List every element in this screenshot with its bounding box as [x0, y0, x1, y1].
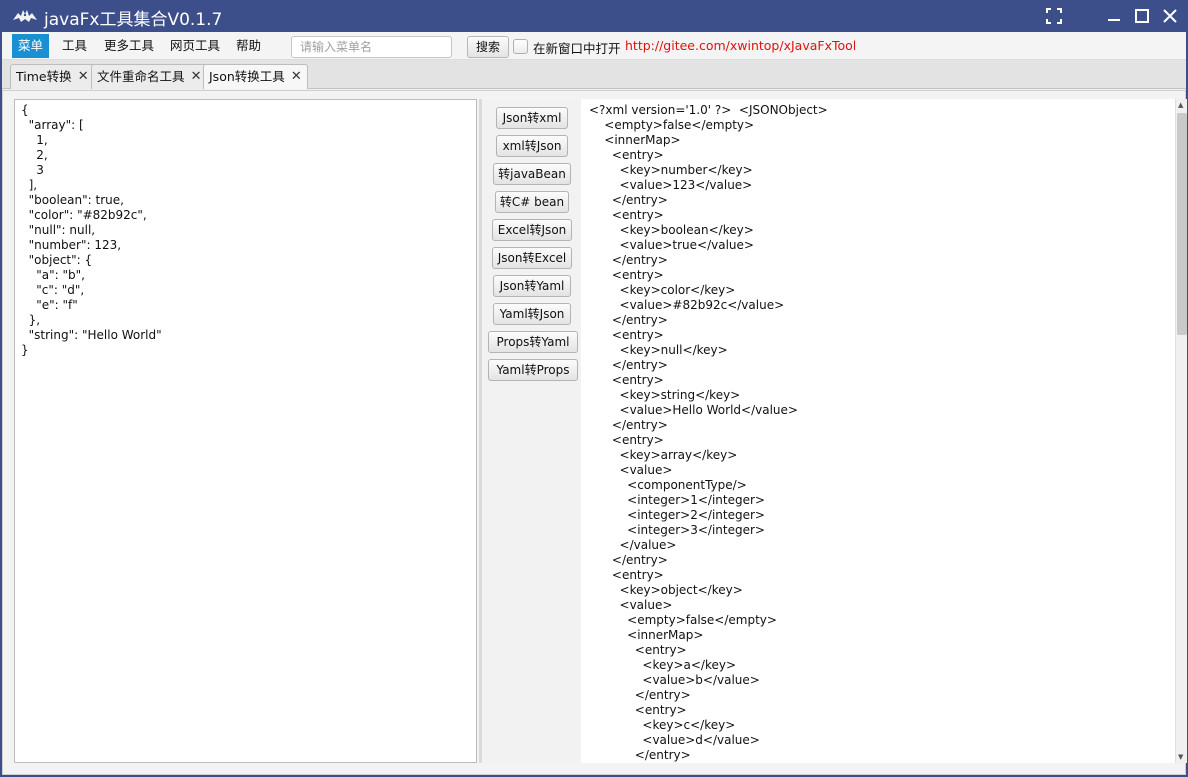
menu-tools[interactable]: 工具: [56, 34, 93, 58]
json-to-excel-button[interactable]: Json转Excel: [492, 247, 572, 269]
app-title: javaFx工具集合V0.1.7: [44, 10, 223, 30]
tab-file-rename[interactable]: 文件重命名工具 ✕: [91, 64, 208, 89]
menu-help[interactable]: 帮助: [230, 34, 267, 58]
excel-to-json-button[interactable]: Excel转Json: [492, 219, 572, 241]
convert-button-column: Json转xml xml转Json 转javaBean 转C# bean Exc…: [483, 99, 580, 763]
menu-web-tools[interactable]: 网页工具: [164, 34, 226, 58]
bat-logo-icon: [13, 10, 37, 22]
tab-json-convert[interactable]: Json转换工具 ✕: [203, 64, 308, 89]
scroll-thumb[interactable]: [1177, 113, 1187, 335]
json-to-yaml-button[interactable]: Json转Yaml: [493, 275, 571, 297]
tab-time-convert[interactable]: Time转换 ✕: [10, 64, 95, 89]
menu-more-tools[interactable]: 更多工具: [98, 34, 160, 58]
close-icon[interactable]: [1160, 6, 1180, 26]
tab-label: Time转换: [16, 69, 72, 84]
xml-output-area[interactable]: <?xml version='1.0' ?> <JSONObject> <emp…: [581, 99, 1175, 763]
yaml-to-json-button[interactable]: Yaml转Json: [493, 303, 571, 325]
new-window-label: 在新窗口中打开: [533, 41, 621, 56]
props-to-yaml-button[interactable]: Props转Yaml: [488, 331, 578, 353]
minimize-icon[interactable]: [1104, 6, 1124, 26]
xml-output-text[interactable]: <?xml version='1.0' ?> <JSONObject> <emp…: [589, 103, 828, 763]
tab-close-icon[interactable]: ✕: [78, 65, 89, 88]
title-bar: javaFx工具集合V0.1.7: [0, 0, 1188, 32]
json-input-area[interactable]: { "array": [ 1, 2, 3 ], "boolean": true,…: [14, 99, 477, 763]
json-tool-panel: { "array": [ 1, 2, 3 ], "boolean": true,…: [2, 90, 1187, 775]
menu-bar: 菜单 工具 更多工具 网页工具 帮助 搜索 在新窗口中打开 http://git…: [2, 32, 1186, 60]
to-csharp-bean-button[interactable]: 转C# bean: [495, 191, 569, 213]
repo-link[interactable]: http://gitee.com/xwintop/xJavaFxTool: [625, 38, 856, 53]
menu-search-input[interactable]: [291, 36, 452, 58]
xml-to-json-button[interactable]: xml转Json: [496, 135, 568, 157]
maximize-icon[interactable]: [1132, 6, 1152, 26]
to-javabean-button[interactable]: 转javaBean: [493, 163, 571, 185]
main-window: 菜单 工具 更多工具 网页工具 帮助 搜索 在新窗口中打开 http://git…: [2, 32, 1187, 775]
fullscreen-icon[interactable]: [1044, 6, 1064, 26]
json-to-xml-button[interactable]: Json转xml: [496, 107, 568, 129]
split-divider[interactable]: [479, 99, 482, 763]
search-button[interactable]: 搜索: [467, 36, 509, 58]
json-input-text[interactable]: { "array": [ 1, 2, 3 ], "boolean": true,…: [21, 103, 162, 358]
tab-close-icon[interactable]: ✕: [291, 65, 302, 88]
vertical-scrollbar[interactable]: ▲ ▼: [1175, 99, 1187, 763]
scroll-up-icon[interactable]: ▲: [1178, 101, 1183, 109]
menu-main[interactable]: 菜单: [12, 34, 50, 58]
yaml-to-props-button[interactable]: Yaml转Props: [488, 359, 578, 381]
scroll-down-icon[interactable]: ▼: [1178, 753, 1183, 761]
new-window-checkbox[interactable]: [513, 39, 528, 54]
tab-label: Json转换工具: [209, 69, 285, 84]
tab-bar: Time转换 ✕ 文件重命名工具 ✕ Json转换工具 ✕: [2, 60, 1186, 89]
tab-close-icon[interactable]: ✕: [191, 65, 202, 88]
tab-label: 文件重命名工具: [97, 69, 185, 84]
